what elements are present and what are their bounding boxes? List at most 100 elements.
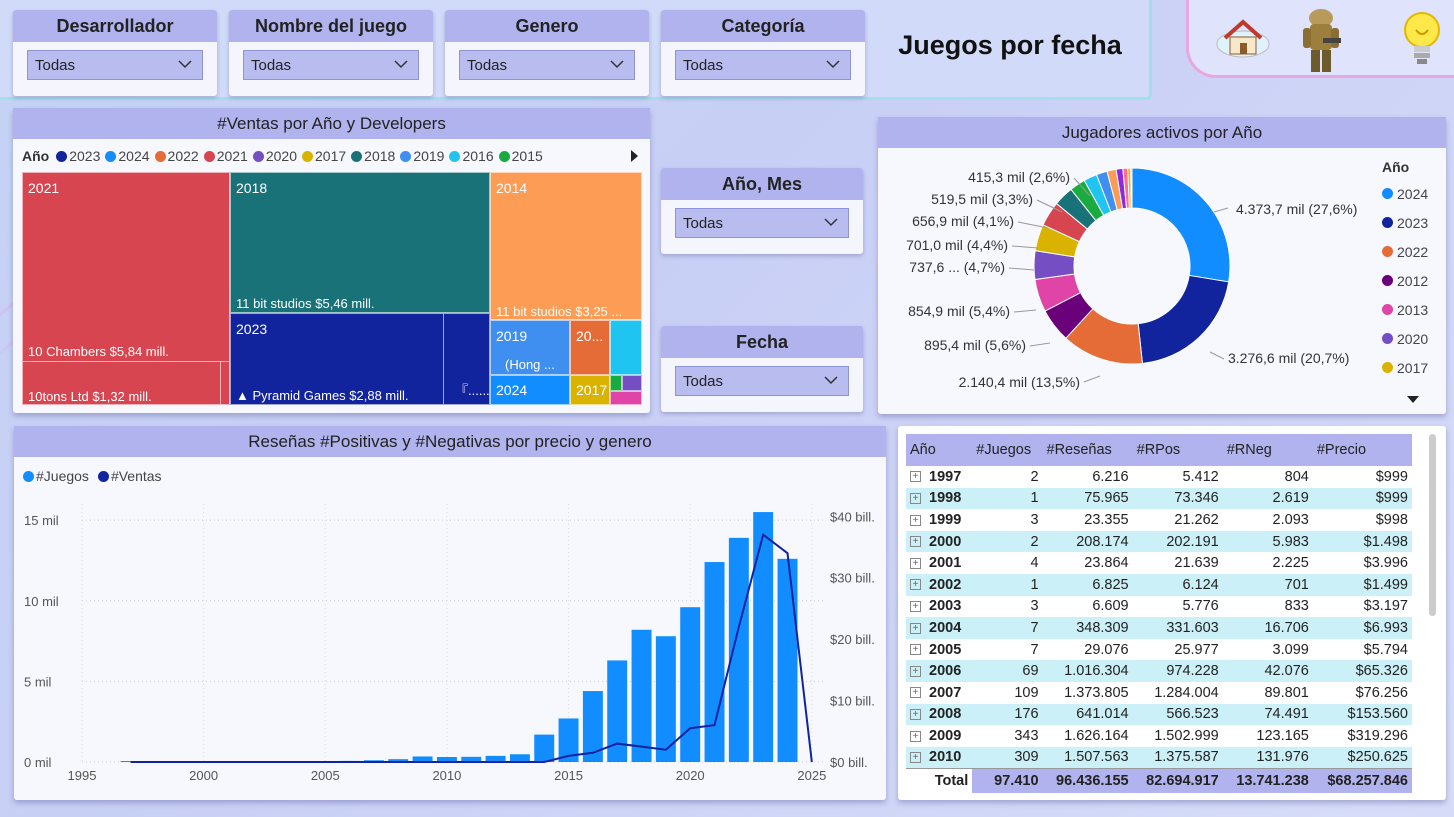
slicer-desarrollador[interactable]: Desarrollador Todas [13, 10, 217, 96]
slicer-dropdown[interactable]: Todas [243, 50, 419, 80]
expand-icon[interactable]: + [910, 493, 921, 505]
legend-item[interactable]: 2019 [400, 148, 444, 164]
expand-icon[interactable]: + [910, 622, 921, 634]
treemap-cell-2023[interactable]: 2023 ▲ Pyramid Games $2,88 mill. 『...... [230, 313, 490, 405]
legend-item[interactable]: 2020 [1382, 324, 1428, 353]
y-right-tick-label: $10 bill. [830, 694, 875, 709]
expand-icon[interactable]: + [910, 751, 921, 763]
legend-next-arrow-icon[interactable] [630, 150, 640, 162]
table-row[interactable]: +2007 109 1.373.805 1.284.004 89.801 $76.256 [906, 682, 1412, 704]
legend-item[interactable]: 2022 [154, 148, 199, 164]
legend-item[interactable]: 2015 [498, 148, 543, 164]
treemap-cell-2017[interactable]: 2017 [570, 375, 610, 405]
slicer-dropdown[interactable]: Todas [675, 208, 849, 238]
bar-juegos[interactable] [704, 562, 725, 762]
table-row[interactable]: +2009 343 1.626.164 1.502.999 123.165 $319.29… [906, 725, 1412, 747]
expand-icon[interactable]: + [910, 709, 921, 720]
home-icon[interactable] [1215, 14, 1271, 60]
bar-juegos[interactable] [728, 537, 749, 762]
table-row[interactable]: +2010 309 1.507.563 1.375.587 131.976 $250.62… [906, 746, 1412, 769]
bar-juegos[interactable] [777, 558, 798, 762]
slicer-anio-mes[interactable]: Año, Mes Todas [661, 168, 863, 254]
table-row[interactable]: +2008 176 641.014 566.523 74.491 $153.560 [906, 703, 1412, 726]
legend-item[interactable]: 2022 [1382, 237, 1428, 266]
expand-icon[interactable]: + [910, 644, 921, 656]
legend-item[interactable]: 2017 [1382, 353, 1428, 382]
legend-item[interactable]: #Juegos [23, 468, 89, 484]
bar-juegos[interactable] [680, 607, 701, 762]
legend-item[interactable]: #Ventas [97, 468, 162, 484]
treemap-cell-2014[interactable]: 2014 11 bit studios $3,25 ... [490, 172, 642, 320]
chevron-down-icon [824, 218, 838, 227]
donut-slice[interactable] [1137, 274, 1230, 364]
slicer-categoria[interactable]: Categoría Todas [661, 10, 865, 96]
legend-item[interactable]: 2024 [1382, 179, 1428, 208]
table-row[interactable]: +2002 1 6.825 6.124 701 $1.499 [906, 573, 1412, 596]
expand-icon[interactable]: + [910, 687, 921, 699]
expand-icon[interactable]: + [910, 665, 921, 677]
legend-item[interactable]: 2021 [203, 148, 248, 164]
year-label: 2007 [929, 684, 962, 701]
table-row[interactable]: +2000 2 208.174 202.191 5.983 $1.498 [906, 530, 1412, 553]
table-row[interactable]: +2003 3 6.609 5.776 833 $3.197 [906, 596, 1412, 618]
lightbulb-icon[interactable] [1397, 8, 1447, 70]
treemap-cell-2016[interactable] [610, 320, 642, 375]
treemap-cell-2019[interactable]: 2019 (Hong ... [490, 320, 570, 375]
column-header[interactable]: #RNeg [1222, 434, 1313, 466]
slicer-genero[interactable]: Genero Todas [445, 10, 649, 96]
treemap-cell-2020[interactable] [622, 375, 642, 391]
expand-icon[interactable]: + [910, 579, 921, 591]
legend-item[interactable]: 2023 [1382, 208, 1428, 237]
table-row[interactable]: +1997 2 6.216 5.412 804 $999 [906, 466, 1412, 488]
expand-icon[interactable]: + [910, 471, 921, 483]
expand-icon[interactable]: + [910, 514, 921, 526]
table-row[interactable]: +2005 7 29.076 25.977 3.099 $5.794 [906, 639, 1412, 661]
donut-slice[interactable] [1131, 167, 1231, 283]
expand-icon[interactable]: + [910, 730, 921, 742]
table-scrollbar[interactable] [1429, 434, 1436, 616]
legend-item[interactable]: 2020 [252, 148, 297, 164]
table-row[interactable]: +2006 69 1.016.304 974.228 42.076 $65.326 [906, 660, 1412, 682]
legend-item[interactable]: 2016 [449, 148, 494, 164]
treemap-cell-2022[interactable]: 20... [570, 320, 610, 375]
treemap-cell-2021[interactable]: 2021 10 Chambers $5,84 mill. 10tons Ltd … [22, 172, 230, 405]
combo-chart-panel: Reseñas #Positivas y #Negativas por prec… [14, 426, 886, 800]
table-row[interactable]: +1998 1 75.965 73.346 2.619 $999 [906, 487, 1412, 510]
soldier-character-icon[interactable] [1293, 4, 1349, 76]
legend-item[interactable]: 2012 [1382, 266, 1428, 295]
slicer-fecha[interactable]: Fecha Todas [661, 326, 863, 412]
slicer-dropdown[interactable]: Todas [459, 50, 635, 80]
legend-item[interactable]: 2013 [1382, 295, 1428, 324]
treemap-cell-2013[interactable] [610, 391, 642, 405]
bar-juegos[interactable] [631, 629, 652, 762]
bar-juegos[interactable] [582, 691, 603, 762]
column-header[interactable]: Año [906, 434, 973, 466]
table-row[interactable]: +2004 7 348.309 331.603 16.706 $6.993 [906, 617, 1412, 639]
slicer-dropdown[interactable]: Todas [675, 50, 851, 80]
expand-icon[interactable]: + [910, 601, 921, 613]
table-row[interactable]: +2001 4 23.864 21.639 2.225 $3.996 [906, 552, 1412, 574]
treemap-subcell[interactable] [220, 361, 229, 404]
column-header[interactable]: #RPos [1132, 434, 1223, 466]
bar-juegos[interactable] [509, 754, 530, 762]
legend-scroll-down-icon[interactable] [1407, 396, 1419, 404]
legend-item[interactable]: 2024 [105, 148, 150, 164]
expand-icon[interactable]: + [910, 536, 921, 548]
bar-juegos[interactable] [534, 734, 555, 762]
treemap-cell-2015[interactable] [610, 375, 622, 391]
treemap-cell-2024[interactable]: 2024 [490, 375, 570, 405]
treemap-cell-2018[interactable]: 2018 11 bit studios $5,46 mill. [230, 172, 490, 313]
column-header[interactable]: #Precio [1312, 434, 1412, 466]
bar-juegos[interactable] [753, 512, 774, 762]
legend-item[interactable]: 2023 [56, 148, 100, 164]
slicer-dropdown[interactable]: Todas [675, 366, 849, 396]
legend-item[interactable]: 2017 [302, 148, 346, 164]
expand-icon[interactable]: + [910, 557, 921, 569]
legend-item[interactable]: 2018 [351, 148, 395, 164]
table-row[interactable]: +1999 3 23.355 21.262 2.093 $998 [906, 509, 1412, 531]
slicer-dropdown[interactable]: Todas [27, 50, 203, 80]
column-header[interactable]: #Juegos [972, 434, 1043, 466]
slicer-nombre-juego[interactable]: Nombre del juego Todas [229, 10, 433, 96]
donut-slice[interactable] [1130, 167, 1133, 209]
column-header[interactable]: #Reseñas [1042, 434, 1133, 466]
